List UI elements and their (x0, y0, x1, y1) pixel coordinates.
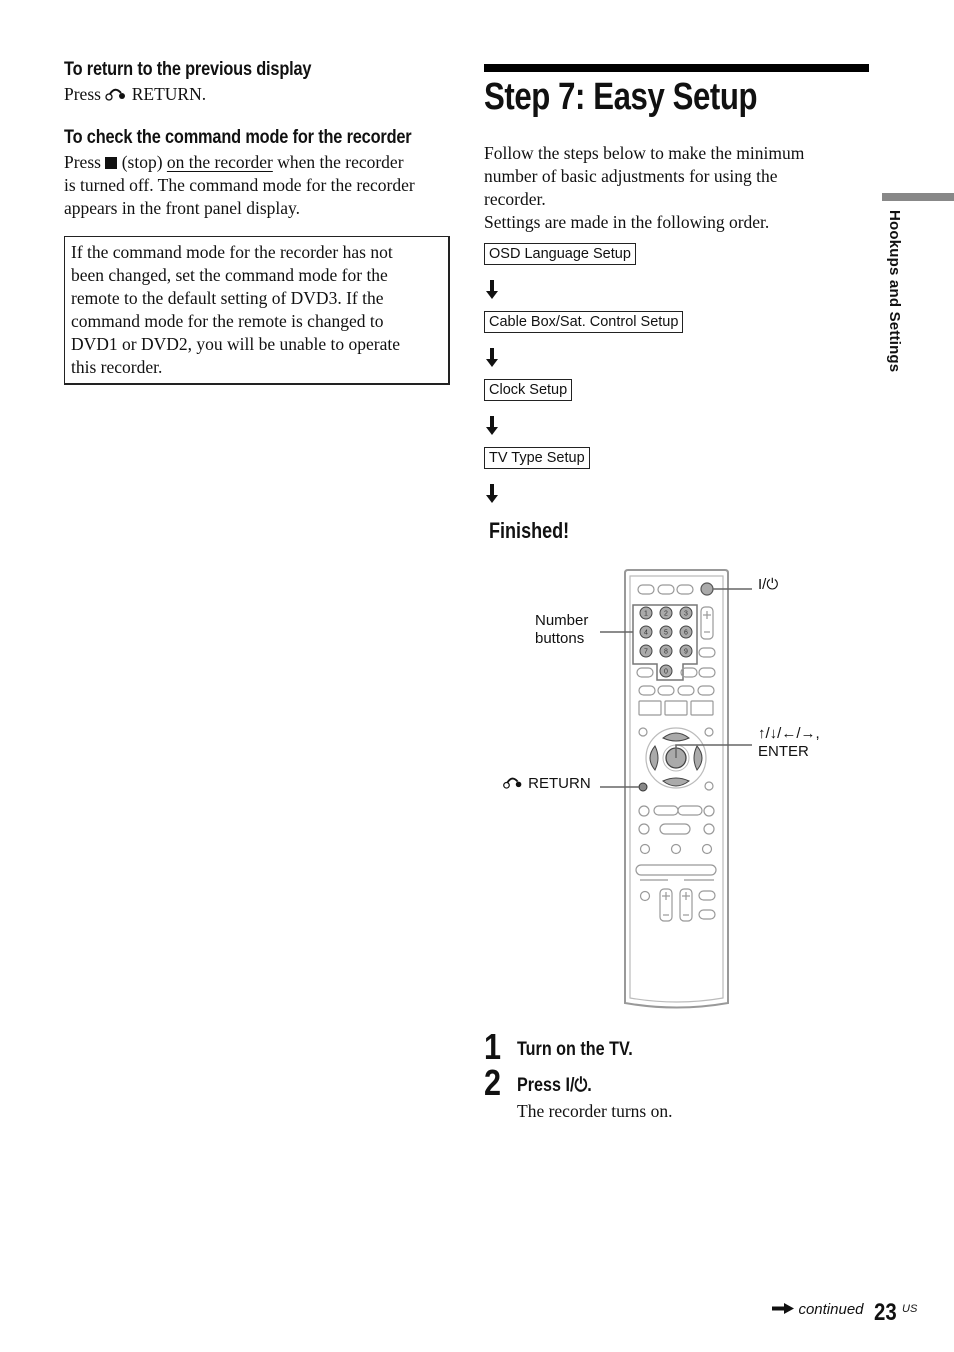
stop-icon (105, 157, 118, 169)
note-line: this recorder. (71, 357, 163, 377)
step-text: Press I/⏻. (517, 1075, 592, 1096)
callout-line: Number (535, 612, 589, 629)
nav-up-button (662, 732, 690, 742)
note-line: been changed, set the command mode for t… (71, 265, 388, 285)
return-text-before: Press (64, 84, 101, 104)
finished-label: Finished! (489, 518, 570, 543)
page-number: 23 (874, 1299, 897, 1326)
number-key-label: 3 (684, 611, 688, 618)
intro-paragraph: Follow the steps below to make the minim… (484, 142, 874, 234)
nav-down-button (662, 777, 690, 787)
return-instruction: Press RETURN. (64, 83, 206, 106)
step-text: Turn on the TV. (517, 1039, 633, 1060)
number-key-label: 7 (644, 649, 648, 656)
callout-line: ENTER (758, 743, 809, 760)
step-detail: The recorder turns on. (517, 1101, 673, 1121)
text: (stop) (121, 152, 163, 172)
number-key-label: 4 (644, 630, 648, 637)
intro-line: number of basic adjustments for using th… (484, 166, 778, 186)
step-number: 2 (484, 1062, 502, 1103)
command-mode-heading: To check the command mode for the record… (64, 127, 412, 148)
number-buttons-callout: Number buttons (535, 612, 588, 648)
arrows-enter-callout: ↑/↓/←/→, ENTER (758, 725, 820, 761)
power-callout: I/⏻ (758, 576, 779, 593)
down-arrow-icon (486, 416, 498, 435)
nav-left-button (649, 745, 659, 771)
text: Press (64, 152, 101, 172)
intro-line: Settings are made in the following order… (484, 212, 770, 232)
power-button (700, 582, 714, 596)
number-key-label: 1 (644, 611, 648, 618)
down-arrow-icon (486, 348, 498, 367)
return-callout: RETURN (502, 775, 591, 793)
text: appears in the front panel display. (64, 198, 301, 218)
callout-line: buttons (535, 630, 585, 647)
right-arrow-icon (772, 1303, 794, 1314)
flow-step-tv-type: TV Type Setup (484, 447, 590, 469)
number-key-label: 2 (664, 611, 668, 618)
callout-line: ↑/↓/←/→, (758, 725, 820, 742)
note-line: If the command mode for the recorder has… (71, 242, 393, 262)
page-title: Step 7: Easy Setup (484, 76, 758, 118)
intro-line: recorder. (484, 189, 546, 209)
intro-line: Follow the steps below to make the minim… (484, 143, 805, 163)
continued-label: continued (798, 1301, 864, 1318)
continued-indicator: continued (772, 1301, 864, 1319)
note-line: remote to the default setting of DVD3. I… (71, 288, 384, 308)
note-line: DVD1 or DVD2, you will be unable to oper… (71, 334, 401, 354)
flow-step-osd-language: OSD Language Setup (484, 243, 636, 265)
eject-button (637, 584, 655, 595)
text: when the recorder (277, 152, 404, 172)
number-key-label: 0 (664, 669, 668, 676)
return-button (638, 782, 648, 792)
return-section-heading: To return to the previous display (64, 59, 312, 80)
number-key-label: 6 (684, 630, 688, 637)
callout-label: RETURN (528, 775, 591, 792)
note-box: If the command mode for the recorder has… (64, 236, 450, 385)
return-text-after: RETURN. (131, 84, 207, 104)
down-arrow-icon (486, 280, 498, 299)
number-key-label: 9 (684, 649, 688, 656)
side-tab-label: Hookups and Settings (886, 210, 903, 373)
number-keys: 1 2 3 4 5 6 7 8 9 0 (639, 606, 693, 678)
nav-right-button (693, 745, 703, 771)
page-suffix: US (902, 1303, 918, 1315)
side-tab-bar (882, 193, 954, 201)
number-key-label: 8 (664, 649, 668, 656)
return-icon (105, 84, 127, 104)
on-the-recorder-link[interactable]: on the recorder (167, 152, 273, 172)
flow-step-cable-box: Cable Box/Sat. Control Setup (484, 311, 684, 333)
title-rule (484, 64, 869, 72)
flow-step-clock: Clock Setup (484, 379, 573, 401)
text: is turned off. The command mode for the … (64, 175, 415, 195)
down-arrow-icon (486, 484, 498, 503)
command-mode-paragraph: Press (stop) on the recorder when the re… (64, 151, 454, 220)
return-icon (502, 775, 524, 792)
number-key-label: 5 (664, 630, 668, 637)
note-line: command mode for the remote is changed t… (71, 311, 384, 331)
